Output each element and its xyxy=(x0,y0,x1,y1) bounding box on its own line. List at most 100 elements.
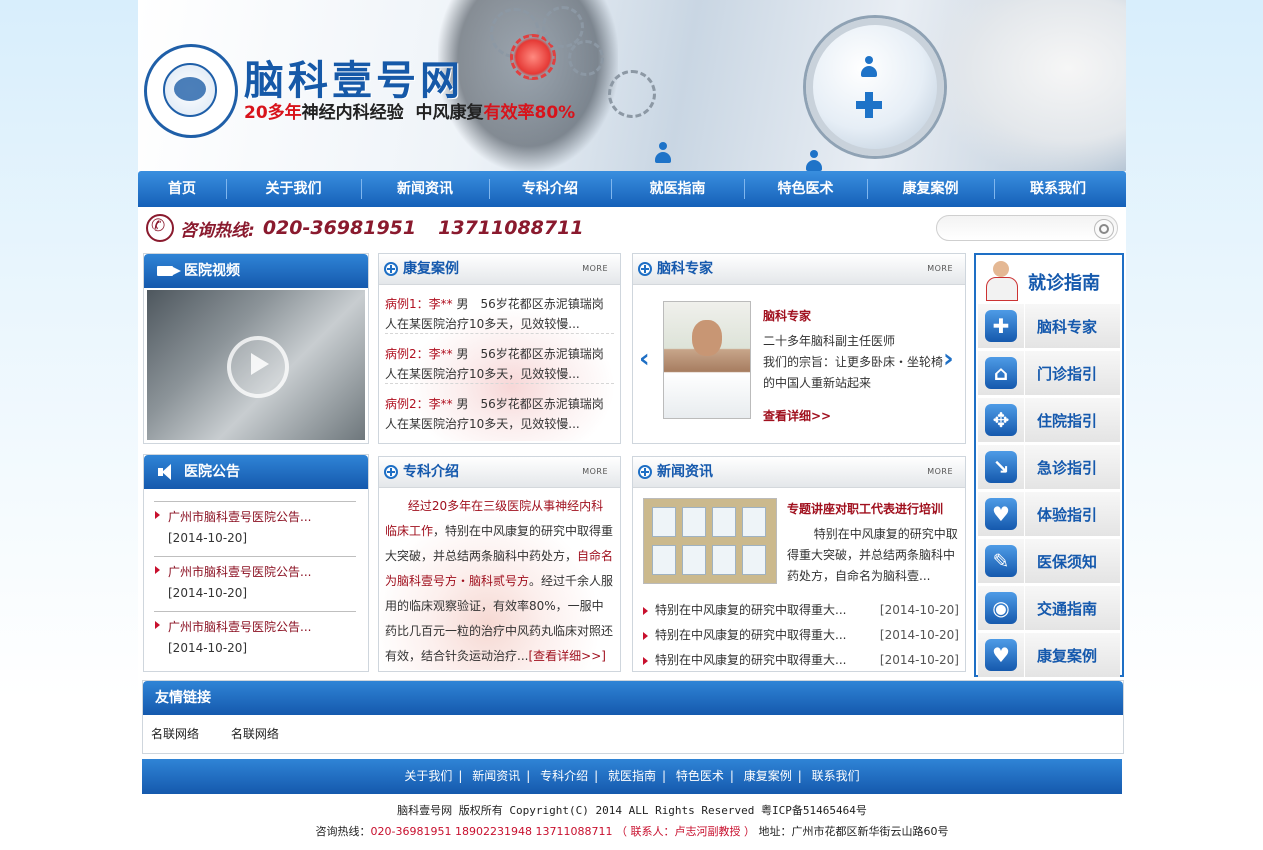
news-photo[interactable] xyxy=(643,498,777,584)
nav-news[interactable]: 新闻资讯 xyxy=(361,171,489,207)
friend-link[interactable]: 名联网络 xyxy=(151,727,199,741)
footer-link-specialty[interactable]: 专科介绍 xyxy=(540,769,588,783)
guide-item-label: 急诊指引 xyxy=(1037,458,1098,477)
footer-nav: 关于我们 | 新闻资讯 | 专科介绍 | 就医指南 | 特色医术 | 康复案例 | 联系我们 xyxy=(142,759,1122,794)
news-more-link[interactable]: MORE xyxy=(927,457,953,487)
friend-links-row: 名联网络 名联网络 xyxy=(143,715,1123,752)
slogan-years: 20多年 xyxy=(244,103,302,123)
footer-separator: | xyxy=(729,769,734,783)
news-panel-title: 新闻资讯 xyxy=(657,464,713,480)
main-nav: 首页 关于我们 新闻资讯 专科介绍 就医指南 特色医术 康复案例 联系我们 xyxy=(138,171,1126,207)
footer-link-about[interactable]: 关于我们 xyxy=(404,769,452,783)
cases-more-link[interactable]: MORE xyxy=(582,254,608,284)
search-icon[interactable] xyxy=(1094,219,1114,239)
list-item[interactable]: 特别在中风康复的研究中取得重大... [2014-10-20] xyxy=(641,648,959,673)
expert-detail-link[interactable]: 查看详细>> xyxy=(763,407,831,424)
news-link[interactable]: 特别在中风康复的研究中取得重大... xyxy=(655,603,846,617)
guide-item-label: 医保须知 xyxy=(1037,552,1098,571)
hotline-label: 咨询热线: xyxy=(180,220,255,241)
video-panel-title: 医院视频 xyxy=(184,263,240,279)
nav-about[interactable]: 关于我们 xyxy=(226,171,361,207)
copyright-text: 脑科壹号网 版权所有 Copyright(C) 2014 ALL Rights … xyxy=(397,804,867,817)
specialty-text: 经过20多年在三级医院从事神经内科临床工作，特别在中风康复的研究中取得重大突破，… xyxy=(379,488,620,670)
photo-card xyxy=(742,545,766,575)
news-date: [2014-10-20] xyxy=(879,653,959,667)
hospital-video[interactable] xyxy=(147,290,365,440)
plus-circle-icon xyxy=(638,465,652,479)
nav-contact[interactable]: 联系我们 xyxy=(994,171,1122,207)
guide-item-traffic[interactable]: ◉ 交通指南 xyxy=(978,586,1120,630)
guide-item-cases[interactable]: ♥ 康复案例 xyxy=(978,633,1120,677)
chevron-right-icon[interactable]: › xyxy=(943,346,957,372)
footer-link-news[interactable]: 新闻资讯 xyxy=(472,769,520,783)
guide-item-insurance[interactable]: ✎ 医保须知 xyxy=(978,539,1120,583)
footer-link-features[interactable]: 特色医术 xyxy=(676,769,724,783)
slogan-experience: 神经内科经验 xyxy=(301,103,404,123)
footer-link-guide[interactable]: 就医指南 xyxy=(608,769,656,783)
expert-photo[interactable] xyxy=(663,301,751,419)
expert-more-link[interactable]: MORE xyxy=(927,254,953,284)
specialty-more-link[interactable]: MORE xyxy=(582,457,608,487)
nav-cases[interactable]: 康复案例 xyxy=(867,171,994,207)
arrows-icon: ✥ xyxy=(985,404,1017,436)
guide-item-experts[interactable]: ✚ 脑科专家 xyxy=(978,304,1120,348)
list-item[interactable]: 病例1：李** 男 56岁花都区赤泥镇瑞岗人在某医院治疗10多天，见效较慢... xyxy=(385,291,614,334)
photo-card xyxy=(652,545,676,575)
guide-item-label: 交通指南 xyxy=(1037,599,1098,618)
friend-links-panel: 友情链接 名联网络 名联网络 xyxy=(142,680,1124,754)
notice-list: 广州市脑科壹号医院公告... [2014-10-20] 广州市脑科壹号医院公告.… xyxy=(154,501,356,666)
phone-icon xyxy=(146,214,174,242)
nav-specialty[interactable]: 专科介绍 xyxy=(489,171,611,207)
person-icon xyxy=(805,150,823,171)
footer-link-cases[interactable]: 康复案例 xyxy=(744,769,792,783)
news-date: [2014-10-20] xyxy=(879,603,959,617)
notice-link[interactable]: 广州市脑科壹号医院公告... xyxy=(154,508,356,525)
news-panel-header: 新闻资讯 MORE xyxy=(633,457,965,488)
guide-item-outpatient[interactable]: ⌂ 门诊指引 xyxy=(978,351,1120,395)
nav-home[interactable]: 首页 xyxy=(138,171,226,207)
heart-plus-icon: ♥ xyxy=(985,498,1017,530)
speaker-icon xyxy=(158,464,178,480)
list-item: 广州市脑科壹号医院公告... [2014-10-20] xyxy=(154,501,356,556)
heart-icon: ♥ xyxy=(985,639,1017,671)
chevron-left-icon[interactable]: ‹ xyxy=(639,346,653,372)
nav-guide[interactable]: 就医指南 xyxy=(611,171,744,207)
footer-link-contact[interactable]: 联系我们 xyxy=(812,769,860,783)
list-item[interactable]: 特别在中风康复的研究中取得重大... [2014-10-20] xyxy=(641,598,959,623)
list-item[interactable]: 病例2：李** 男 56岁花都区赤泥镇瑞岗人在某医院治疗10多天，见效较慢... xyxy=(385,341,614,384)
list-item[interactable]: 特别在中风康复的研究中取得重大... [2014-10-20] xyxy=(641,623,959,648)
case-name: 病例2：李** xyxy=(385,397,453,411)
guide-item-inpatient[interactable]: ✥ 住院指引 xyxy=(978,398,1120,442)
site-logo-seal[interactable] xyxy=(144,44,238,138)
header-banner: 脑科壹号网 20多年神经内科经验 中风康复有效率80% xyxy=(138,0,1126,171)
nav-features[interactable]: 特色医术 xyxy=(744,171,867,207)
doctor-icon xyxy=(986,261,1018,301)
news-headline[interactable]: 专题讲座对职工代表进行培训 xyxy=(787,500,943,517)
arrow-corner-icon: ↘ xyxy=(985,451,1017,483)
slogan-stroke: 中风康复 xyxy=(415,103,484,123)
hotline-number-2: 13711088711 xyxy=(438,217,584,239)
person-icon xyxy=(860,56,878,78)
guide-header: 就诊指南 xyxy=(976,255,1122,301)
expert-title-line: 二十多年脑科副主任医师 xyxy=(763,334,896,348)
friend-link[interactable]: 名联网络 xyxy=(231,727,279,741)
news-list: 特别在中风康复的研究中取得重大... [2014-10-20] 特别在中风康复的… xyxy=(641,598,959,673)
expert-panel-title: 脑科专家 xyxy=(657,261,713,277)
news-panel: 新闻资讯 MORE 专题讲座对职工代表进行培训 特别在中风康复的研究中取得重大突… xyxy=(632,456,966,672)
news-link[interactable]: 特别在中风康复的研究中取得重大... xyxy=(655,653,846,667)
news-link[interactable]: 特别在中风康复的研究中取得重大... xyxy=(655,628,846,642)
plus-circle-icon xyxy=(384,262,398,276)
photo-card xyxy=(682,545,706,575)
site-slogan: 20多年神经内科经验 中风康复有效率80% xyxy=(244,98,575,123)
search-input[interactable] xyxy=(936,215,1118,241)
notice-link[interactable]: 广州市脑科壹号医院公告... xyxy=(154,618,356,635)
list-item[interactable]: 病例2：李** 男 56岁花都区赤泥镇瑞岗人在某医院治疗10多天，见效较慢... xyxy=(385,391,614,434)
footer-separator: | xyxy=(594,769,599,783)
person-icon xyxy=(654,142,672,164)
guide-item-emergency[interactable]: ↘ 急诊指引 xyxy=(978,445,1120,489)
play-icon[interactable] xyxy=(227,336,289,398)
notice-link[interactable]: 广州市脑科壹号医院公告... xyxy=(154,563,356,580)
specialty-detail-link[interactable]: [查看详细>>] xyxy=(528,649,605,663)
doctor-hand-graphic xyxy=(928,0,1126,171)
guide-item-checkup[interactable]: ♥ 体验指引 xyxy=(978,492,1120,536)
